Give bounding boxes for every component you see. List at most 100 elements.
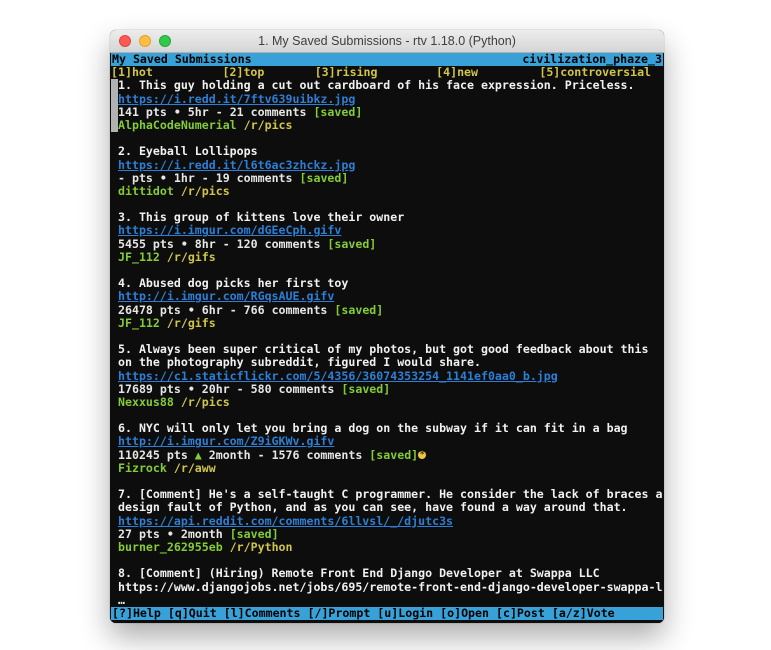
submission-item: 8. [Comment] (Hiring) Remote Front End D… <box>111 567 663 607</box>
statusbar-command-help[interactable]: [?]Help <box>112 607 161 620</box>
statusbar-command-o-open[interactable]: [o]Open <box>440 607 489 620</box>
submission-title[interactable]: design fault of Python, and as you can s… <box>118 501 628 514</box>
gutter <box>111 356 118 369</box>
submission-url[interactable]: https://api.reddit.com/comments/6llvsl/_… <box>118 515 453 528</box>
saved-badge: [saved] <box>327 238 376 251</box>
author-link[interactable]: Nexxus88 <box>118 396 174 409</box>
gutter <box>111 370 118 383</box>
subreddit-link[interactable]: /r/gifs <box>167 317 216 330</box>
subreddit-link[interactable]: /r/aww <box>174 462 216 475</box>
submission-title[interactable]: 6. NYC will only let you bring a dog on … <box>118 422 628 435</box>
selection-cursor <box>111 106 118 119</box>
gutter <box>111 185 118 198</box>
submission-url[interactable]: https://i.imgur.com/dGEeCph.gifv <box>118 224 341 237</box>
traffic-lights <box>119 35 171 47</box>
bullet-separator: • <box>188 304 195 317</box>
sort-menu: [1]hot [2]top [3]rising [4]new [5]controvers… <box>111 66 663 79</box>
submission-title-line: 7. [Comment] He's a self-taught C progra… <box>111 488 663 501</box>
subreddit-link[interactable]: /r/pics <box>181 185 230 198</box>
submission-title[interactable]: 1. This guy holding a cut out cardboard … <box>118 79 635 92</box>
gutter <box>111 567 118 580</box>
gutter <box>111 462 118 475</box>
saved-badge: [saved] <box>334 304 383 317</box>
submission-title[interactable]: 3. This group of kittens love their owne… <box>118 211 404 224</box>
gutter <box>111 224 118 237</box>
gutter <box>111 396 118 409</box>
statusbar-command-q-quit[interactable]: [q]Quit <box>168 607 217 620</box>
gutter <box>111 145 118 158</box>
gold-star-icon <box>418 451 426 459</box>
subreddit-link[interactable]: /r/Python <box>230 541 293 554</box>
subreddit-link[interactable]: /r/pics <box>181 396 230 409</box>
subreddit-link[interactable]: /r/gifs <box>167 251 216 264</box>
zoom-button[interactable] <box>159 35 171 47</box>
statusbar-command-u-login[interactable]: [u]Login <box>377 607 433 620</box>
subreddit-link[interactable]: /r/pics <box>244 119 293 132</box>
submission-title-line: design fault of Python, and as you can s… <box>111 501 663 514</box>
submission-author-line: Fizrock /r/aww <box>111 462 663 475</box>
gutter <box>111 528 118 541</box>
submission-title[interactable]: 8. [Comment] (Hiring) Remote Front End D… <box>118 567 600 580</box>
spacer-line <box>111 475 663 488</box>
saved-badge: [saved] <box>300 172 349 185</box>
gutter <box>111 501 118 514</box>
submission-title-line: 8. [Comment] (Hiring) Remote Front End D… <box>111 567 663 580</box>
submission-title[interactable]: 5. Always been super critical of my phot… <box>118 343 648 356</box>
sort-tab-controversial[interactable]: [5]controversial <box>539 66 651 79</box>
submission-url[interactable]: https://www.djangojobs.net/jobs/695/remo… <box>118 581 662 594</box>
saved-badge: [saved] <box>313 106 362 119</box>
author-link[interactable]: AlphaCodeNumerial <box>118 119 237 132</box>
statusbar-command-a-z-vote[interactable]: [a/z]Vote <box>552 607 615 620</box>
terminal-window: 1. My Saved Submissions - rtv 1.18.0 (Py… <box>110 30 664 623</box>
gutter <box>111 422 118 435</box>
statusbar-command-l-comments[interactable]: [l]Comments <box>224 607 301 620</box>
gutter <box>111 594 118 607</box>
submission-stats-line: 5455 pts • 8hr - 120 comments [saved] <box>111 238 663 251</box>
submission-url[interactable]: http://i.imgur.com/Z9iGKWv.gifv <box>118 435 334 448</box>
logged-in-username: civilization_phaze_3 <box>522 53 662 66</box>
bullet-separator: • <box>188 383 195 396</box>
author-link[interactable]: dittidot <box>118 185 174 198</box>
submission-title-line: on the photography subreddit, figured I … <box>111 356 663 369</box>
spacer-line <box>111 198 663 211</box>
gutter <box>111 449 118 462</box>
titlebar[interactable]: 1. My Saved Submissions - rtv 1.18.0 (Py… <box>110 30 664 53</box>
submission-item: 5. Always been super critical of my phot… <box>111 343 663 422</box>
sort-tab-hot[interactable]: [1]hot <box>111 66 153 79</box>
sort-tab-rising[interactable]: [3]rising <box>315 66 378 79</box>
saved-badge: [saved] <box>369 449 418 462</box>
submission-stats-line: 17689 pts • 20hr - 580 comments [saved] <box>111 383 663 396</box>
truncation-ellipsis: … <box>118 594 125 607</box>
author-link[interactable]: JF_112 <box>118 317 160 330</box>
spacer-line <box>111 409 663 422</box>
submission-url[interactable]: https://i.redd.it/7ftv639uibkz.jpg <box>118 93 355 106</box>
submission-title[interactable]: 7. [Comment] He's a self-taught C progra… <box>118 488 662 501</box>
saved-badge: [saved] <box>230 528 279 541</box>
gutter <box>111 541 118 554</box>
submission-url-line: https://api.reddit.com/comments/6llvsl/_… <box>111 515 663 528</box>
submission-title[interactable]: 4. Abused dog picks her first toy <box>118 277 348 290</box>
minimize-button[interactable] <box>139 35 151 47</box>
submission-item: 4. Abused dog picks her first toyhttp://… <box>111 277 663 343</box>
author-link[interactable]: Fizrock <box>118 462 167 475</box>
statusbar-command-prompt[interactable]: [/]Prompt <box>307 607 370 620</box>
submission-url-line: https://c1.staticflickr.com/5/4356/36074… <box>111 370 663 383</box>
statusbar-command-c-post[interactable]: [c]Post <box>496 607 545 620</box>
upvote-arrow-icon: ▲ <box>195 449 202 462</box>
author-link[interactable]: JF_112 <box>118 251 160 264</box>
submission-title[interactable]: 2. Eyeball Lollipops <box>118 145 258 158</box>
submission-url[interactable]: https://c1.staticflickr.com/5/4356/36074… <box>118 370 558 383</box>
submission-stats-line: 110245 pts ▲ 2month - 1576 comments [sav… <box>111 449 663 462</box>
sort-tab-top[interactable]: [2]top <box>223 66 265 79</box>
submission-item: 6. NYC will only let you bring a dog on … <box>111 422 663 488</box>
age-comments-text: 2month <box>174 528 230 541</box>
submission-url-line: https://i.redd.it/7ftv639uibkz.jpg <box>111 93 663 106</box>
submission-title[interactable]: on the photography subreddit, figured I … <box>118 356 481 369</box>
submission-url[interactable]: http://i.imgur.com/RGqsAUE.gifv <box>118 290 334 303</box>
submission-title-line: 2. Eyeball Lollipops <box>111 145 663 158</box>
page-title: My Saved Submissions <box>112 53 252 66</box>
close-button[interactable] <box>119 35 131 47</box>
submission-url[interactable]: https://i.redd.it/l6t6ac3zhckz.jpg <box>118 159 355 172</box>
sort-tab-new[interactable]: [4]new <box>436 66 478 79</box>
author-link[interactable]: burner_262955eb <box>118 541 223 554</box>
